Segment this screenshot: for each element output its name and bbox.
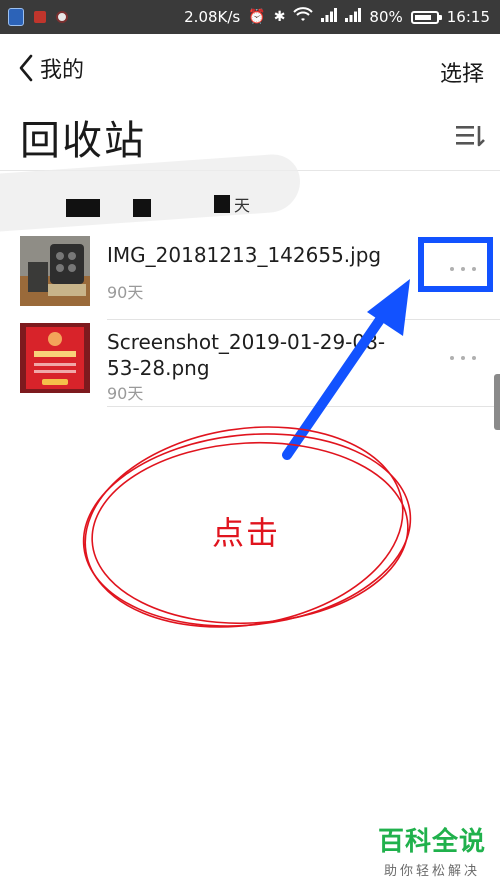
watermark-subtitle: 助你轻松解决	[383, 864, 480, 879]
click-annotation-label: 点击	[212, 514, 281, 552]
annotation-overlay	[82, 279, 412, 628]
arrow-shaft	[282, 303, 393, 460]
watermark: 百科全说 助你轻松解决	[378, 821, 486, 879]
scrollbar-handle[interactable]	[494, 374, 500, 430]
watermark-title: 百科全说	[377, 827, 486, 857]
